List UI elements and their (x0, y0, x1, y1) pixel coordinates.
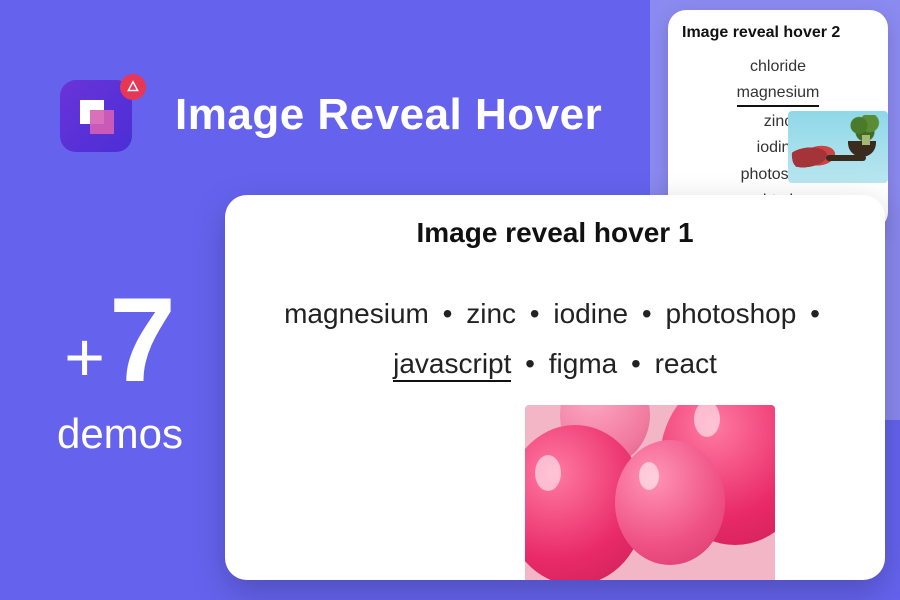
separator-dot: • (443, 298, 453, 329)
demo-count-label: demos (30, 410, 210, 458)
card1-tag[interactable]: react (655, 348, 717, 379)
card1-tag[interactable]: photoshop (666, 298, 797, 329)
card2-list: chloridemagnesiumzinciodinephotoshophtml (678, 56, 878, 212)
card1-tag[interactable]: javascript (393, 348, 511, 382)
separator-dot: • (642, 298, 652, 329)
card2-item[interactable]: magnesium (737, 82, 820, 106)
card2-item[interactable]: chloride (750, 56, 806, 78)
card1-tag-list: magnesium • zinc • iodine • photoshop • … (255, 289, 855, 390)
card1-title: Image reveal hover 1 (255, 217, 855, 249)
product-logo (60, 80, 140, 160)
demo-count-number: 7 (109, 280, 176, 400)
card2-title: Image reveal hover 2 (678, 24, 878, 42)
hero-title: Image Reveal Hover (175, 90, 602, 140)
card1-tag[interactable]: iodine (553, 298, 628, 329)
separator-dot: • (631, 348, 641, 379)
card2-reveal-image (788, 111, 888, 183)
logo-badge-icon (120, 74, 146, 100)
card1-tag[interactable]: figma (549, 348, 617, 379)
preview-card-1: Image reveal hover 1 magnesium • zinc • … (225, 195, 885, 580)
demo-count-block: +7 demos (30, 280, 210, 458)
separator-dot: • (530, 298, 540, 329)
card1-tag[interactable]: magnesium (284, 298, 429, 329)
card1-reveal-image (525, 405, 775, 580)
demo-count-prefix: + (64, 322, 105, 392)
promo-canvas: Image Reveal Hover +7 demos Image reveal… (0, 0, 900, 600)
card1-tag[interactable]: zinc (466, 298, 516, 329)
separator-dot: • (810, 298, 820, 329)
separator-dot: • (525, 348, 535, 379)
